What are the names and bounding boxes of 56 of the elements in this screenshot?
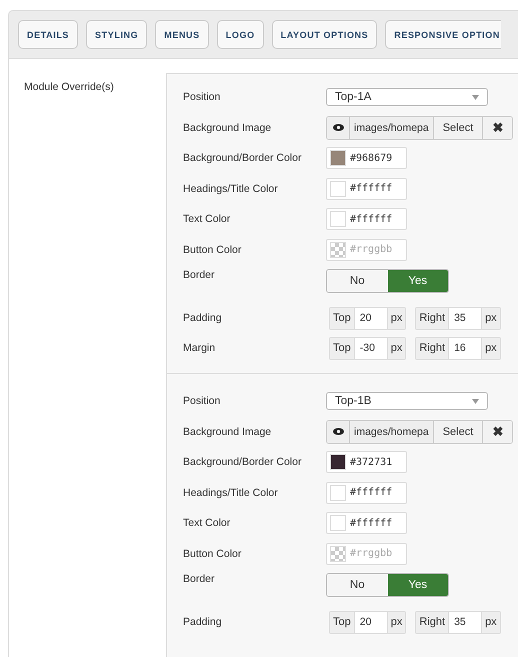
empty-swatch <box>330 242 346 258</box>
unit-label: px <box>482 612 500 632</box>
field-label: Margin <box>183 342 216 354</box>
field-label: Background/Border Color <box>183 456 302 468</box>
color-field[interactable]: #968679 <box>326 147 407 170</box>
right-label: Right <box>416 338 448 358</box>
field-label: Button Color <box>183 548 242 560</box>
field-label: Border <box>183 269 216 281</box>
field-label: Background/Border Color <box>183 152 302 164</box>
position-select[interactable]: Top-1B <box>326 392 488 410</box>
right-label: Right <box>416 612 448 632</box>
color-field[interactable]: #ffffff <box>326 178 407 200</box>
field-label: Border <box>183 573 216 585</box>
color-field[interactable]: #ffffff <box>326 208 407 230</box>
right-input[interactable]: 35 <box>448 612 482 632</box>
field-label: Padding <box>183 616 223 628</box>
color-field[interactable]: #ffffff <box>326 482 407 504</box>
tab[interactable]: MENUS <box>155 20 209 49</box>
top-label: Top <box>330 612 354 632</box>
field-label: Headings/Title Color <box>183 182 279 195</box>
unit-label: px <box>482 308 500 328</box>
top-input[interactable]: -30 <box>354 338 388 358</box>
unit-label: px <box>388 612 406 632</box>
unit-label: px <box>388 308 406 328</box>
top-label: Top <box>330 338 354 358</box>
field-label: Text Color <box>183 517 232 530</box>
field-label: Background Image <box>183 122 272 134</box>
tab[interactable]: RESPONSIVE OPTION <box>385 20 501 49</box>
color-field[interactable]: #372731 <box>326 451 407 474</box>
right-input[interactable]: 16 <box>448 338 482 358</box>
field-label: Background Image <box>183 426 272 438</box>
right-label: Right <box>416 308 448 328</box>
field-label: Position <box>183 395 222 408</box>
position-select[interactable]: Top-1A <box>326 88 488 106</box>
top-label: Top <box>330 308 354 328</box>
field-label: Headings/Title Color <box>183 486 279 499</box>
unit-label: px <box>482 338 500 358</box>
toggle-option[interactable]: Yes <box>388 574 448 596</box>
tab[interactable]: LOGO <box>216 20 264 49</box>
field-label: Button Color <box>183 244 242 256</box>
caret-icon <box>472 94 479 100</box>
tab[interactable]: STYLING <box>86 20 148 49</box>
toggle-option[interactable]: Yes <box>388 270 448 292</box>
color-field[interactable]: #ffffff <box>326 512 407 534</box>
right-input[interactable]: 35 <box>448 308 482 328</box>
section-label: Module Override(s) <box>24 81 114 93</box>
unit-label: px <box>388 338 406 358</box>
field-label: Text Color <box>183 213 232 226</box>
empty-swatch <box>330 546 346 562</box>
field-label: Padding <box>183 312 223 324</box>
top-input[interactable]: 20 <box>354 308 388 328</box>
tab[interactable]: DETAILS <box>18 20 78 49</box>
field-label: Position <box>183 91 222 104</box>
caret-icon <box>472 398 479 404</box>
tab[interactable]: LAYOUT OPTIONS <box>272 20 378 49</box>
top-input[interactable]: 20 <box>354 612 388 632</box>
